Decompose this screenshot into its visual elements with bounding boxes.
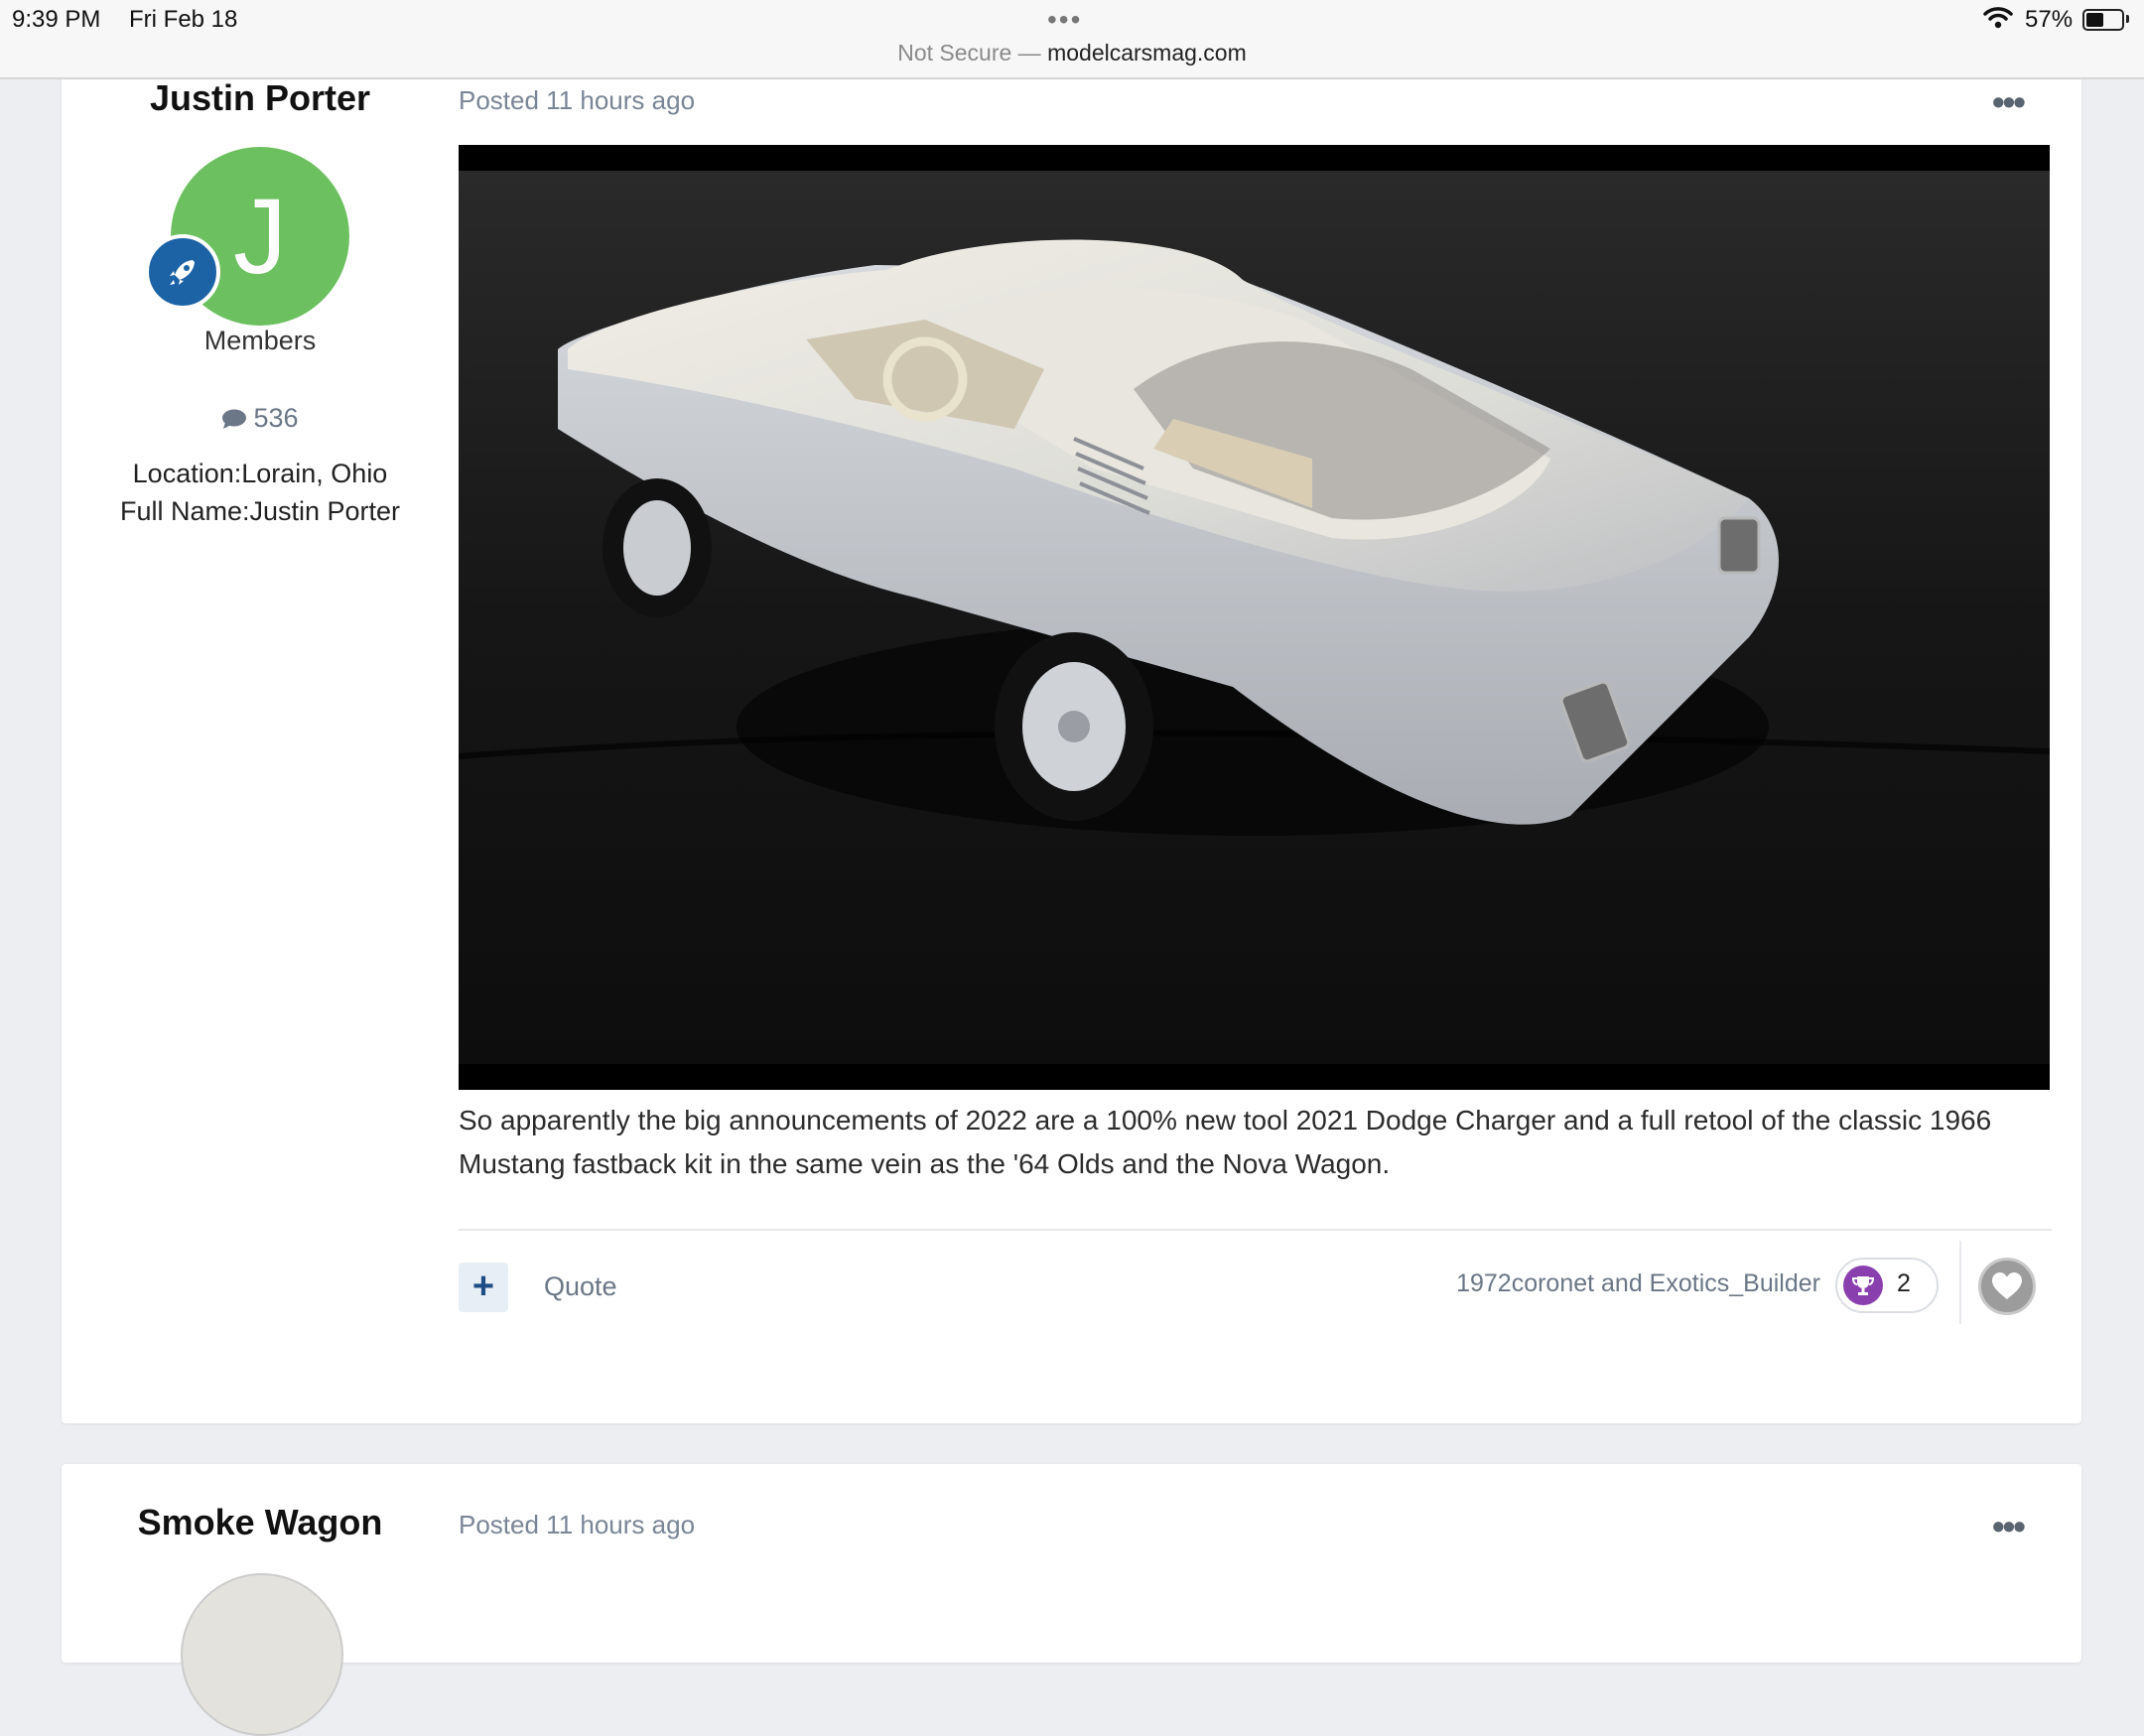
- heart-icon: [1992, 1272, 2022, 1299]
- battery-icon: [2082, 9, 2124, 31]
- reaction-summary[interactable]: 2: [1835, 1258, 1939, 1313]
- tab-options-dots-icon[interactable]: •••: [1047, 4, 1082, 36]
- status-date: Fri Feb 18: [129, 6, 238, 33]
- member-group: Members: [203, 326, 317, 355]
- status-time: 9:39 PM: [12, 6, 101, 33]
- like-button[interactable]: [1978, 1258, 2036, 1315]
- battery-percent: 57%: [2025, 6, 2074, 33]
- multiquote-button[interactable]: +: [459, 1263, 508, 1312]
- reaction-users[interactable]: 1972coronet and Exotics_Builder: [1054, 1269, 1820, 1298]
- battery-tip: [2126, 15, 2129, 23]
- post-count-value: 536: [253, 403, 299, 433]
- reaction-count: 2: [1897, 1269, 1911, 1297]
- browser-top-bar: 9:39 PM Fri Feb 18 ••• Not Secure — mode…: [0, 0, 2144, 79]
- quote-button[interactable]: Quote: [544, 1271, 617, 1302]
- post-divider: [459, 1229, 2052, 1231]
- post-count: 536: [62, 403, 459, 434]
- post-video[interactable]: [459, 145, 2050, 1090]
- post-body: So apparently the big announcements of 2…: [459, 1105, 1992, 1179]
- wifi-icon: [1983, 7, 2013, 29]
- security-warning: Not Secure —: [897, 40, 1041, 66]
- post-options-icon[interactable]: •••: [1992, 81, 2026, 123]
- post-card: Justin Porter J Members 536 Location:Lor…: [62, 60, 2081, 1423]
- author-name[interactable]: Smoke Wagon: [62, 1502, 459, 1543]
- post-timestamp[interactable]: Posted 11 hours ago: [459, 85, 695, 116]
- comment-icon: [222, 409, 247, 429]
- trophy-icon: [1843, 1266, 1883, 1305]
- address-bar[interactable]: Not Secure — modelcarsmag.com: [0, 40, 2144, 67]
- post-timestamp[interactable]: Posted 11 hours ago: [459, 1510, 695, 1540]
- profile-full-name: Full Name:Justin Porter: [119, 496, 401, 526]
- profile-location: Location:Lorain, Ohio: [132, 459, 388, 488]
- post-options-icon[interactable]: •••: [1992, 1506, 2026, 1547]
- author-name[interactable]: Justin Porter: [62, 77, 459, 119]
- url-domain: modelcarsmag.com: [1047, 40, 1247, 66]
- reaction-separator: [1959, 1241, 1961, 1324]
- rocket-icon: [170, 260, 195, 285]
- car-model-image: [459, 171, 2050, 1064]
- post-card: Smoke Wagon Posted 11 hours ago •••: [62, 1464, 2081, 1736]
- avatar[interactable]: [181, 1573, 343, 1736]
- rank-badge: [145, 234, 220, 310]
